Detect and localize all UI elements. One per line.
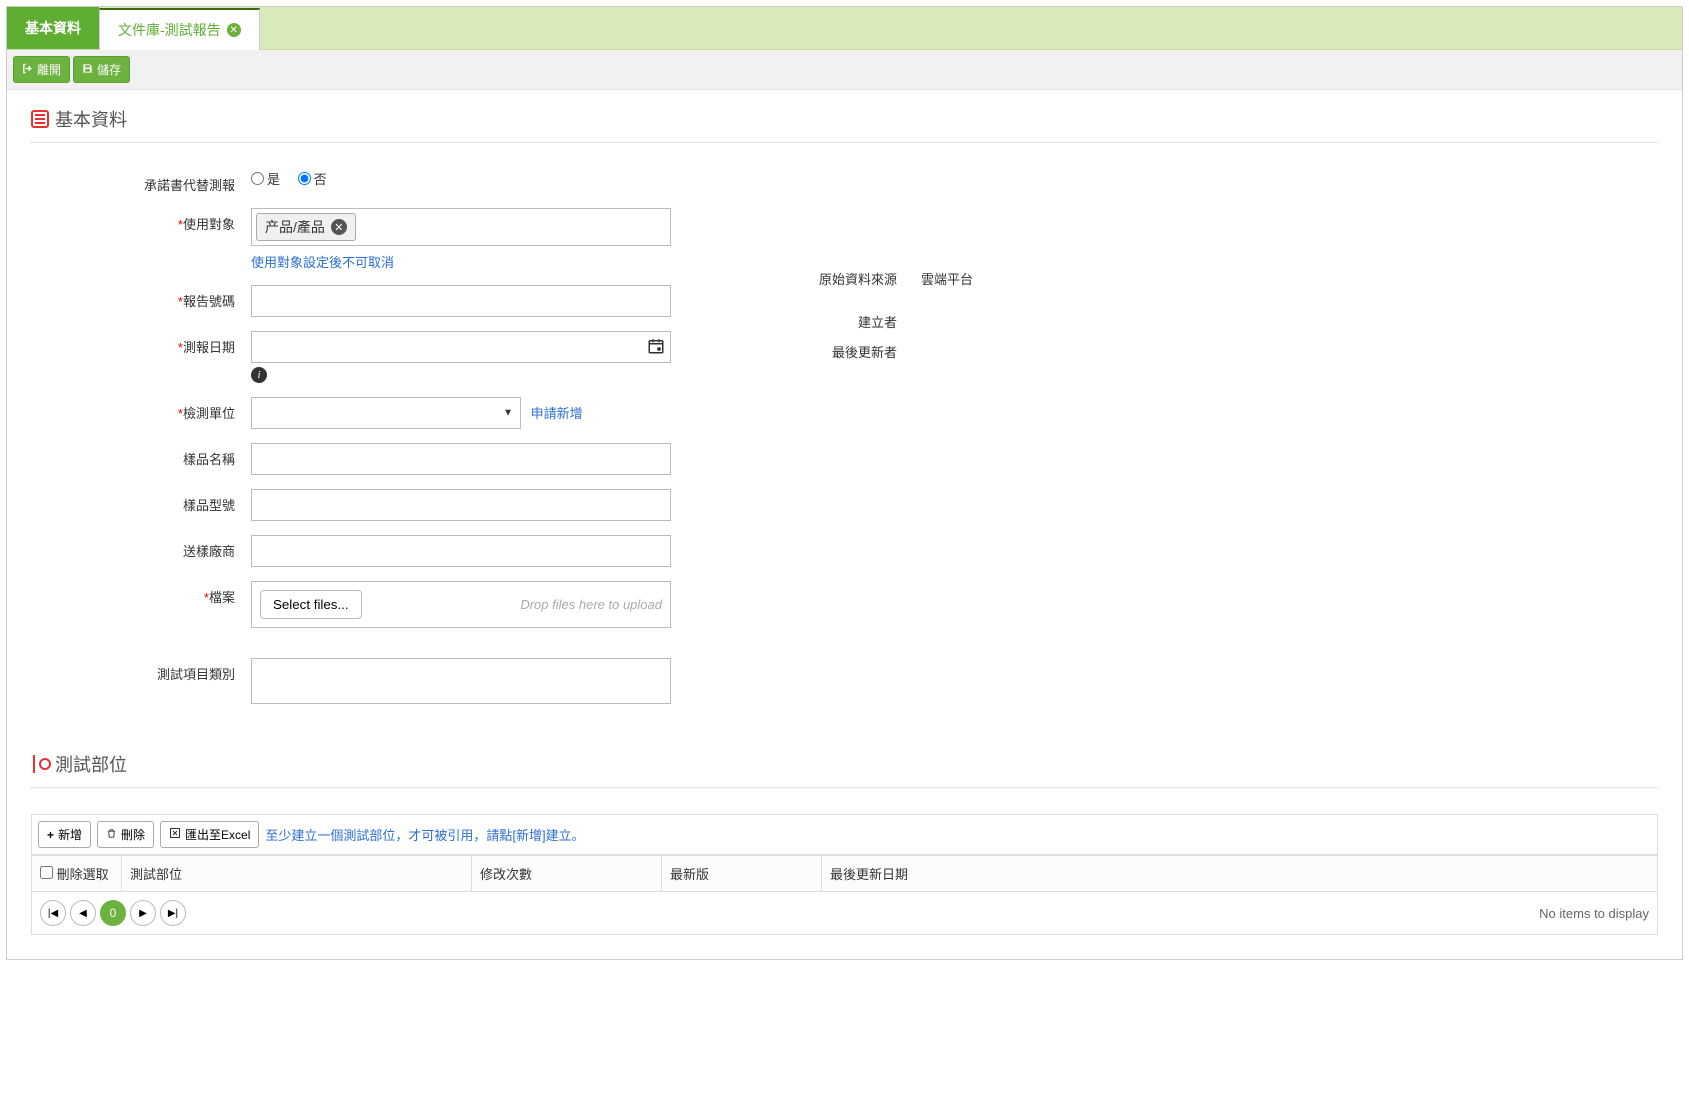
save-button[interactable]: 儲存	[73, 56, 130, 83]
save-label: 儲存	[97, 61, 121, 78]
plus-icon: +	[47, 828, 54, 842]
export-button[interactable]: 匯出至Excel	[160, 821, 259, 848]
export-label: 匯出至Excel	[185, 826, 250, 843]
tab-close-icon[interactable]: ✕	[227, 23, 241, 37]
reportdate-input[interactable]	[251, 331, 671, 363]
save-icon	[82, 63, 93, 77]
target-help: 使用對象設定後不可取消	[251, 252, 394, 271]
radio-yes-label: 是	[267, 169, 280, 188]
chip-remove-icon[interactable]: ✕	[331, 219, 347, 235]
pager-prev[interactable]: ◀	[70, 900, 96, 926]
radio-no-input[interactable]	[298, 172, 311, 185]
select-files-button[interactable]: Select files...	[260, 590, 362, 619]
col-latest[interactable]: 最新版	[662, 856, 822, 892]
grid-pager: |◀ ◀ 0 ▶ ▶| No items to display	[31, 892, 1658, 935]
add-button[interactable]: + 新增	[38, 821, 91, 848]
tab-basic[interactable]: 基本資料	[7, 7, 99, 49]
pager-next[interactable]: ▶	[130, 900, 156, 926]
testitemcat-label: 測試項目類別	[31, 658, 251, 683]
col-part[interactable]: 測試部位	[122, 856, 472, 892]
leave-button[interactable]: 離開	[13, 56, 70, 83]
meta-source-label: 原始資料來源	[791, 269, 921, 288]
tab-bar: 基本資料 文件庫-測試報告 ✕	[7, 7, 1682, 50]
testpart-grid: 刪除選取 測試部位 修改次數 最新版 最後更新日期	[31, 855, 1658, 892]
tab-active-label: 文件庫-測試報告	[118, 20, 221, 40]
substitute-label: 承諾書代替測報	[31, 169, 251, 194]
exit-icon	[22, 63, 33, 77]
reportdate-label: *測報日期	[31, 331, 251, 356]
node-icon	[31, 755, 49, 773]
target-label: *使用對象	[31, 208, 251, 233]
pager-first[interactable]: |◀	[40, 900, 66, 926]
file-upload-box[interactable]: Select files... Drop files here to uploa…	[251, 581, 671, 628]
samplename-input[interactable]	[251, 443, 671, 475]
target-chip-label: 产品/產品	[265, 217, 325, 237]
section-testpart-title: 測試部位	[55, 751, 127, 777]
trash-icon	[106, 828, 117, 842]
action-bar: 離開 儲存	[7, 50, 1682, 90]
section-testpart-header: 測試部位	[31, 751, 1658, 788]
inspectunit-select[interactable]	[251, 397, 521, 429]
samplemodel-input[interactable]	[251, 489, 671, 521]
target-chipbox[interactable]: 产品/產品 ✕	[251, 208, 671, 246]
section-basic-title: 基本資料	[55, 106, 127, 132]
radio-no-label: 否	[314, 169, 327, 188]
samplename-label: 樣品名稱	[31, 443, 251, 468]
radio-yes[interactable]: 是	[251, 169, 280, 188]
drop-hint: Drop files here to upload	[520, 597, 662, 612]
meta-creator-val	[921, 312, 1111, 331]
grid-toolbar: + 新增 刪除 匯出至Excel	[31, 814, 1658, 855]
col-deletesel: 刪除選取	[57, 867, 109, 882]
samplemodel-label: 樣品型號	[31, 489, 251, 514]
meta-updater-label: 最後更新者	[791, 342, 921, 361]
col-lastupdate[interactable]: 最後更新日期	[822, 856, 1658, 892]
grid-select-all[interactable]	[40, 866, 53, 879]
grid-hint: 至少建立一個測試部位，才可被引用，請點[新增]建立。	[265, 825, 584, 844]
pager-current: 0	[100, 900, 126, 926]
list-icon	[31, 110, 49, 128]
meta-updater-val	[921, 342, 1111, 361]
pager-noitems: No items to display	[1539, 906, 1649, 921]
apply-new-link[interactable]: 申請新增	[531, 406, 583, 421]
meta-source-val: 雲端平台	[921, 269, 1111, 288]
tab-document-test-report[interactable]: 文件庫-測試報告 ✕	[99, 8, 260, 50]
delete-button[interactable]: 刪除	[97, 821, 154, 848]
sender-label: 送樣廠商	[31, 535, 251, 560]
delete-label: 刪除	[121, 826, 145, 843]
tab-basic-label: 基本資料	[25, 18, 81, 38]
radio-yes-input[interactable]	[251, 172, 264, 185]
pager-last[interactable]: ▶|	[160, 900, 186, 926]
radio-no[interactable]: 否	[298, 169, 327, 188]
reportno-input[interactable]	[251, 285, 671, 317]
section-basic-header: 基本資料	[31, 106, 1658, 143]
inspectunit-label: *檢測單位	[31, 397, 251, 422]
calendar-icon[interactable]	[647, 337, 665, 355]
col-modcount[interactable]: 修改次數	[472, 856, 662, 892]
file-label: *檔案	[31, 581, 251, 606]
excel-icon	[169, 827, 181, 842]
leave-label: 離開	[37, 61, 61, 78]
reportno-label: *報告號碼	[31, 285, 251, 310]
add-label: 新增	[58, 826, 82, 843]
meta-creator-label: 建立者	[791, 312, 921, 331]
sender-input[interactable]	[251, 535, 671, 567]
testitemcat-input[interactable]	[251, 658, 671, 704]
target-chip: 产品/產品 ✕	[256, 213, 356, 241]
info-icon[interactable]: i	[251, 367, 267, 383]
